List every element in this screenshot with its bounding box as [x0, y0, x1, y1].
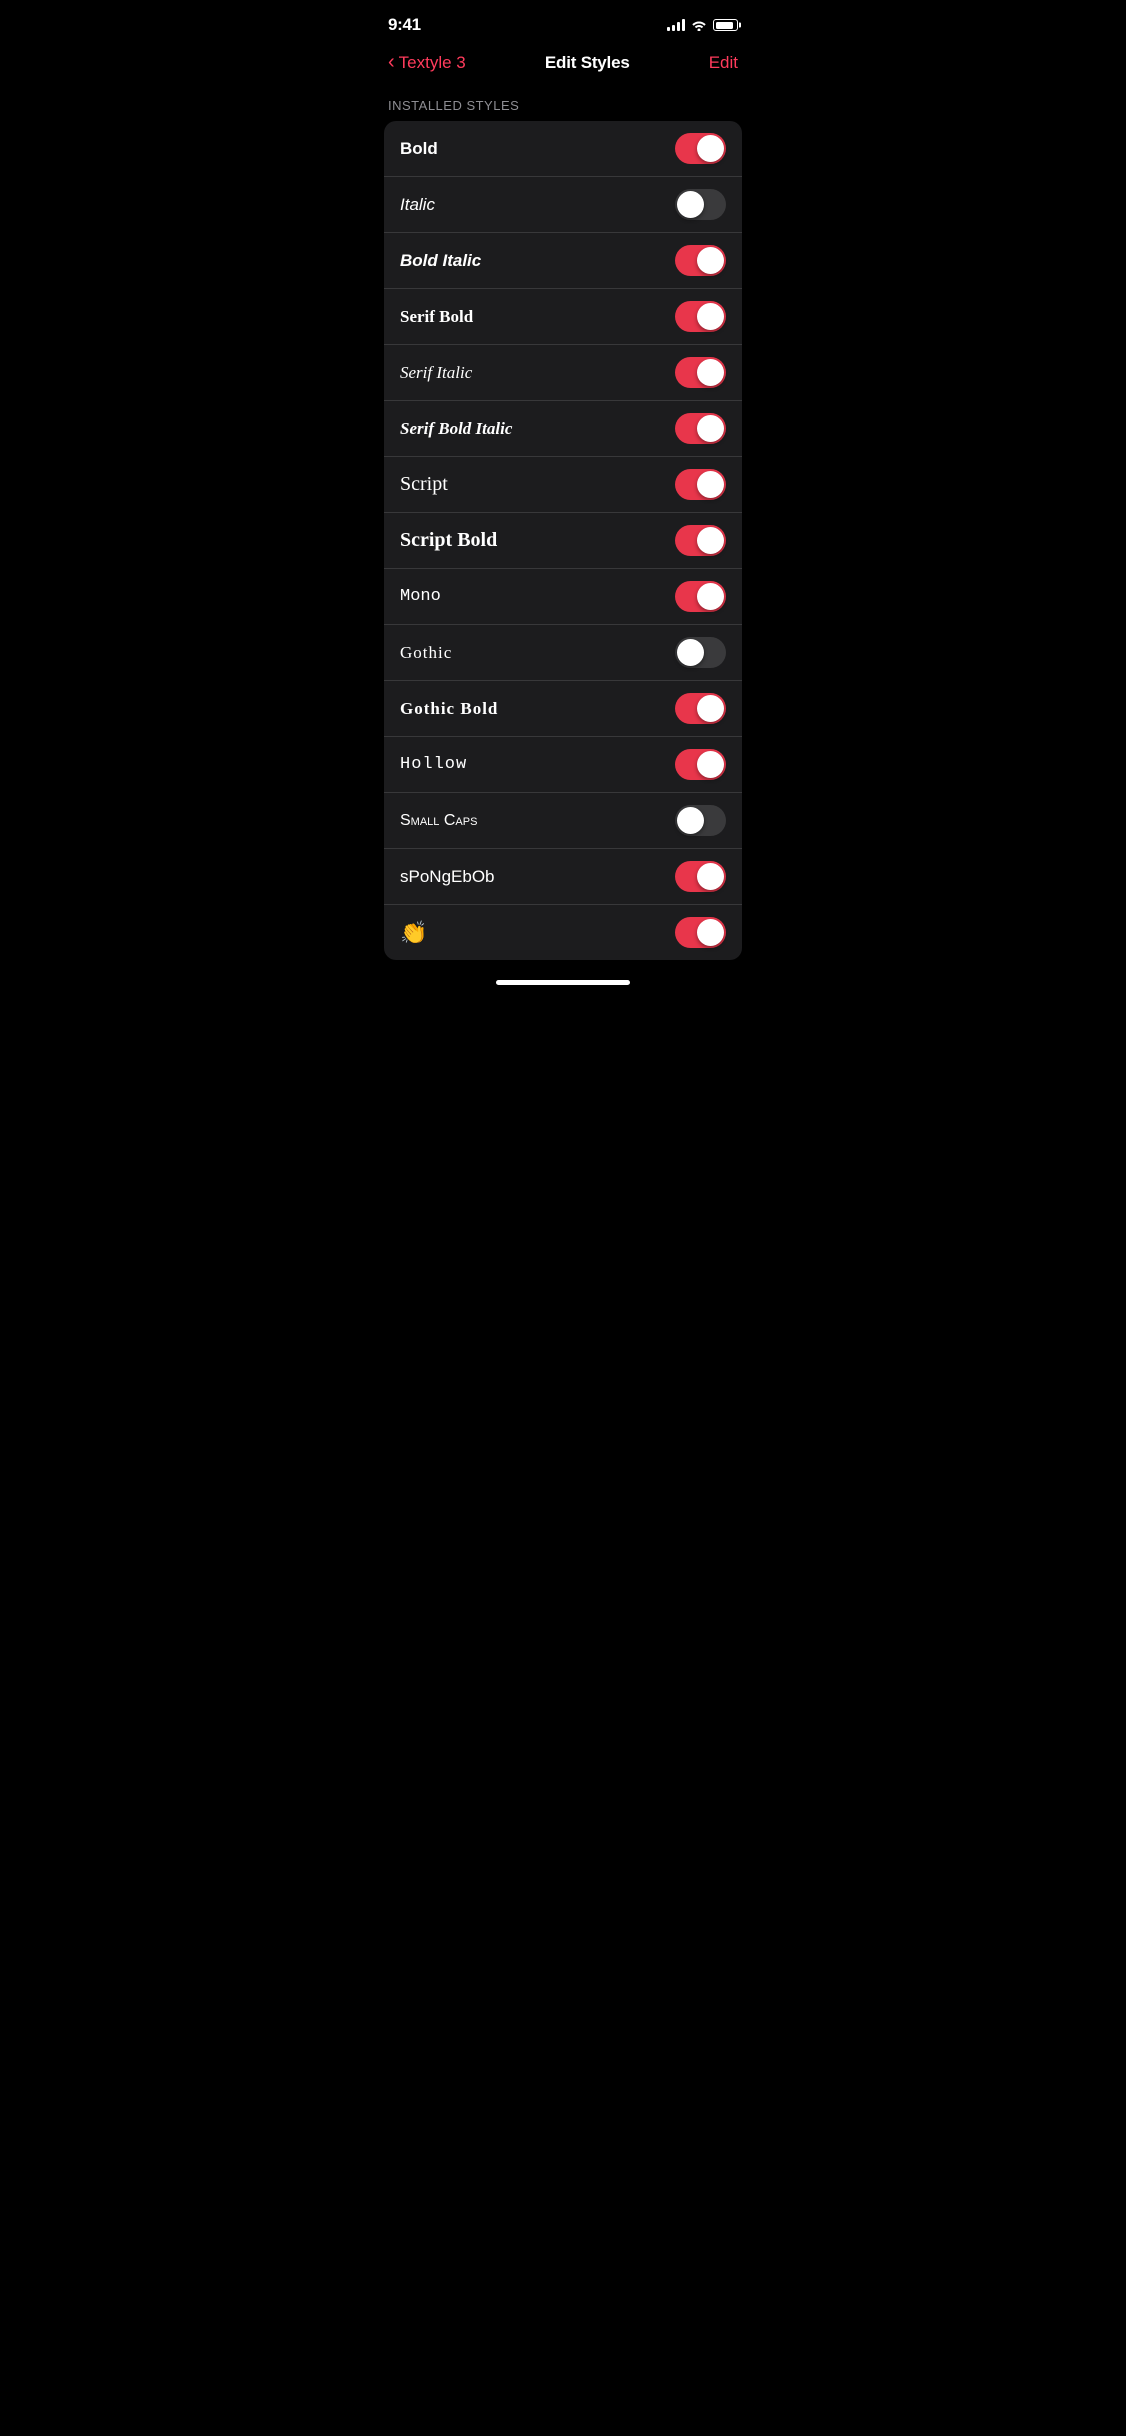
list-item: Serif Bold — [384, 289, 742, 345]
list-item: 👏 — [384, 905, 742, 960]
nav-bar: ‹ Textyle 3 Edit Styles Edit — [368, 44, 758, 90]
list-item: Script — [384, 457, 742, 513]
toggle-serif-bold[interactable] — [675, 301, 726, 332]
toggle-serif-italic[interactable] — [675, 357, 726, 388]
edit-button[interactable]: Edit — [709, 53, 738, 73]
toggle-bold-italic[interactable] — [675, 245, 726, 276]
toggle-knob-spongee — [697, 863, 724, 890]
list-item: Italic — [384, 177, 742, 233]
toggle-bold[interactable] — [675, 133, 726, 164]
toggle-knob-serif-bold — [697, 303, 724, 330]
status-icons — [667, 19, 738, 31]
back-button[interactable]: ‹ Textyle 3 — [388, 52, 466, 74]
list-item: Serif Italic — [384, 345, 742, 401]
style-label-emoji: 👏 — [400, 920, 427, 946]
wifi-icon — [691, 19, 707, 31]
style-label-script: Script — [400, 473, 448, 496]
list-item: Bold Italic — [384, 233, 742, 289]
list-item: sPoNgEbOb — [384, 849, 742, 905]
chevron-left-icon: ‹ — [388, 51, 395, 74]
toggle-knob-bold — [697, 135, 724, 162]
style-label-script-bold: Script Bold — [400, 529, 497, 552]
list-item: Hollow — [384, 737, 742, 793]
toggle-italic[interactable] — [675, 189, 726, 220]
list-item: Script Bold — [384, 513, 742, 569]
status-time: 9:41 — [388, 15, 421, 35]
toggle-knob-emoji — [697, 919, 724, 946]
toggle-mono[interactable] — [675, 581, 726, 612]
style-label-italic: Italic — [400, 195, 435, 215]
battery-icon — [713, 19, 738, 31]
list-item: Mono — [384, 569, 742, 625]
list-item: Serif Bold Italic — [384, 401, 742, 457]
toggle-knob-serif-bold-italic — [697, 415, 724, 442]
home-indicator — [368, 960, 758, 993]
signal-icon — [667, 19, 685, 31]
style-label-hollow: Hollow — [400, 755, 467, 774]
toggle-knob-italic — [677, 191, 704, 218]
list-item: Gothic Bold — [384, 681, 742, 737]
toggle-knob-mono — [697, 583, 724, 610]
toggle-knob-bold-italic — [697, 247, 724, 274]
toggle-script[interactable] — [675, 469, 726, 500]
home-bar — [496, 980, 630, 985]
toggle-knob-hollow — [697, 751, 724, 778]
style-label-gothic-bold: Gothic Bold — [400, 699, 498, 719]
style-label-gothic: Gothic — [400, 643, 452, 663]
style-label-serif-italic: Serif Italic — [400, 363, 472, 383]
section-header: INSTALLED STYLES — [368, 90, 758, 121]
style-label-bold-italic: Bold Italic — [400, 251, 481, 271]
status-bar: 9:41 — [368, 0, 758, 44]
toggle-knob-small-caps — [677, 807, 704, 834]
page-title: Edit Styles — [545, 53, 630, 73]
toggle-serif-bold-italic[interactable] — [675, 413, 726, 444]
toggle-knob-serif-italic — [697, 359, 724, 386]
style-label-serif-bold: Serif Bold — [400, 307, 473, 327]
toggle-knob-script-bold — [697, 527, 724, 554]
toggle-gothic[interactable] — [675, 637, 726, 668]
list-item: Gothic — [384, 625, 742, 681]
list-item: Bold — [384, 121, 742, 177]
toggle-script-bold[interactable] — [675, 525, 726, 556]
toggle-knob-script — [697, 471, 724, 498]
toggle-hollow[interactable] — [675, 749, 726, 780]
toggle-knob-gothic-bold — [697, 695, 724, 722]
toggle-small-caps[interactable] — [675, 805, 726, 836]
list-item: Small Caps — [384, 793, 742, 849]
toggle-spongee[interactable] — [675, 861, 726, 892]
style-label-mono: Mono — [400, 587, 441, 606]
style-label-serif-bold-italic: Serif Bold Italic — [400, 419, 512, 439]
back-label: Textyle 3 — [399, 53, 466, 73]
style-label-bold: Bold — [400, 139, 438, 159]
toggle-knob-gothic — [677, 639, 704, 666]
style-label-spongee: sPoNgEbOb — [400, 867, 495, 887]
toggle-gothic-bold[interactable] — [675, 693, 726, 724]
style-label-small-caps: Small Caps — [400, 812, 477, 830]
styles-list: Bold Italic Bold Italic Serif Bold Serif Ita… — [384, 121, 742, 960]
toggle-emoji[interactable] — [675, 917, 726, 948]
